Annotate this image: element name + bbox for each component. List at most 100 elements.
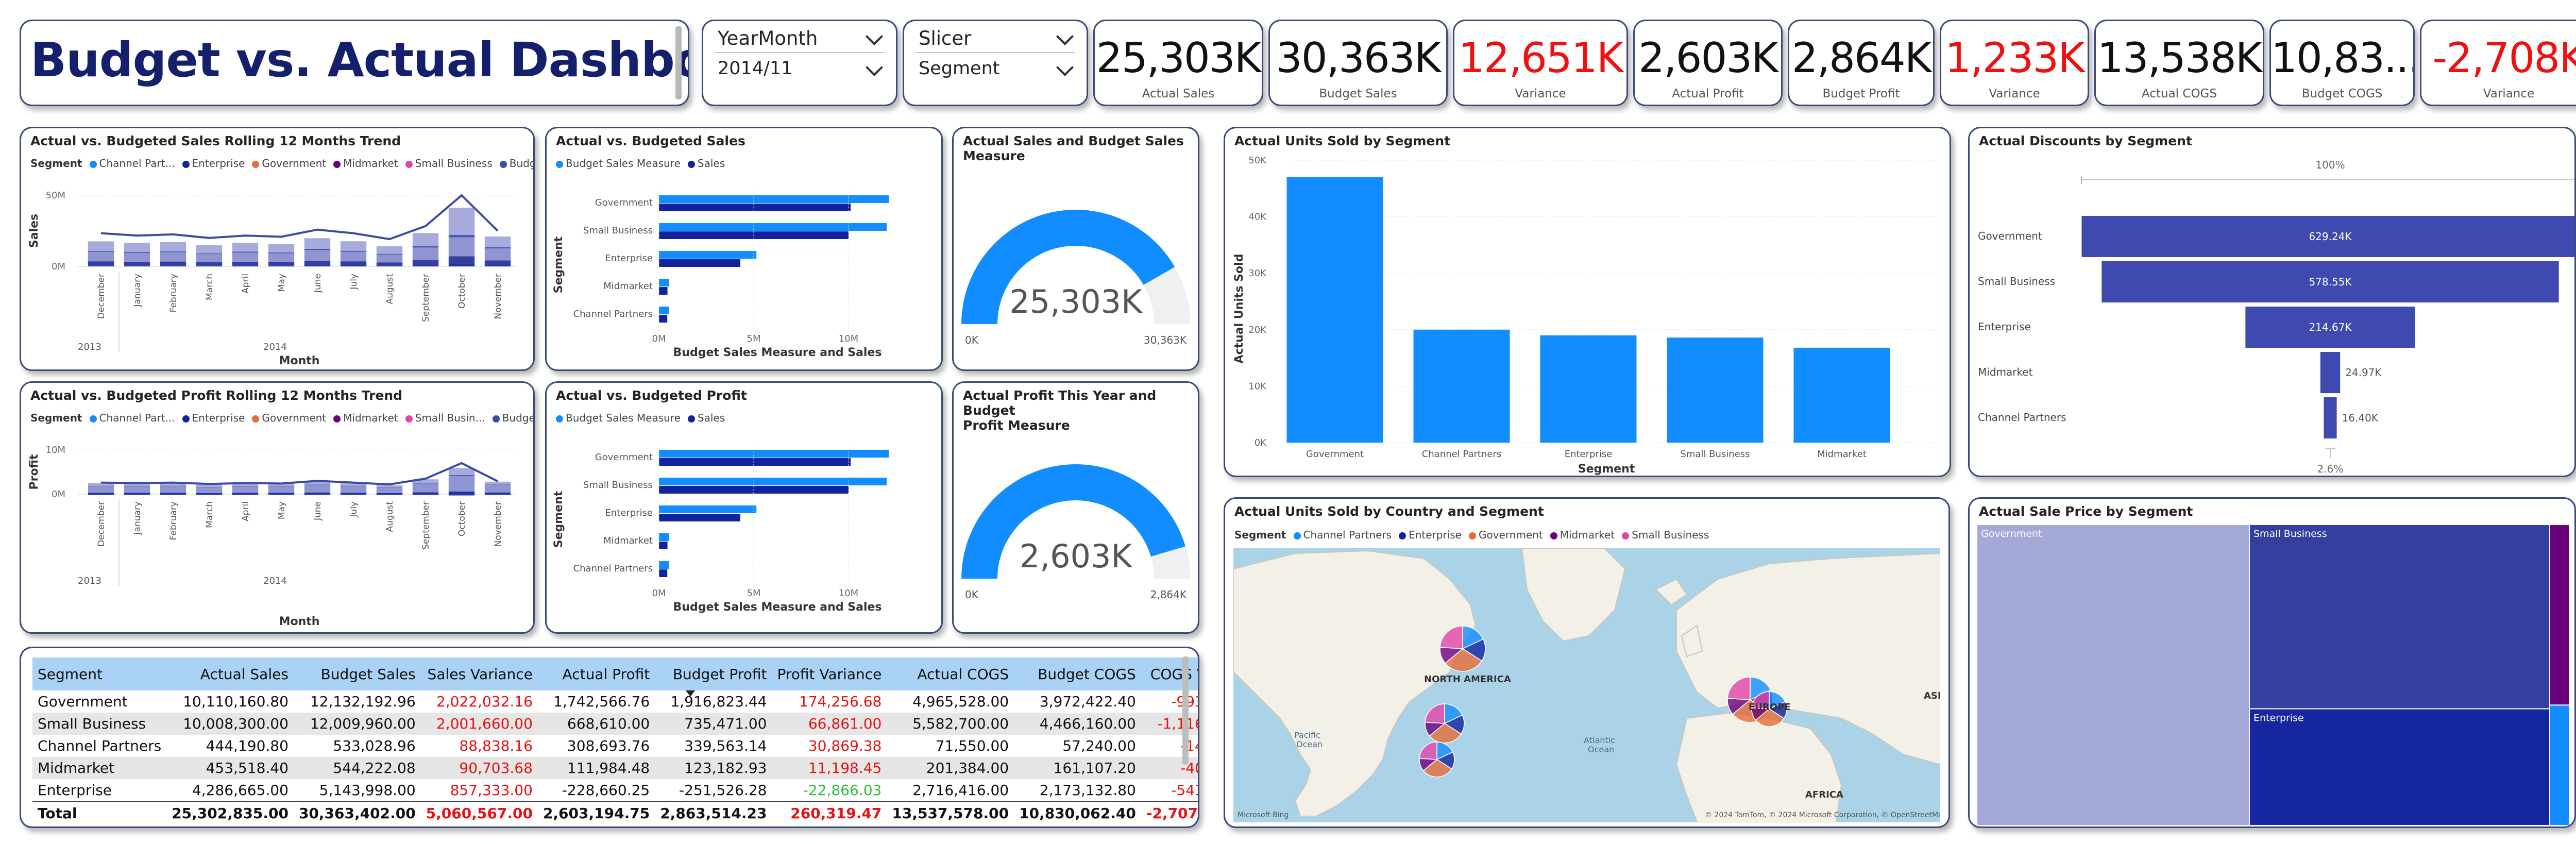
profit-trend-chart[interactable]: 10M 0M December January February March April Ma… bbox=[21, 429, 533, 632]
table-cell: 857,333.00 bbox=[450, 782, 533, 799]
column-header[interactable]: Actual Profit bbox=[537, 657, 655, 690]
sales-trend-card[interactable]: Actual vs. Budgeted Sales Rolling 12 Mon… bbox=[20, 127, 535, 371]
title-scrollbar[interactable] bbox=[675, 26, 682, 99]
legend-item[interactable]: Channel Part... bbox=[99, 412, 175, 424]
bar-segment bbox=[304, 484, 331, 485]
column-header[interactable]: Actual Sales bbox=[166, 657, 294, 690]
legend-item[interactable]: Small Business bbox=[1632, 529, 1709, 541]
column-header[interactable]: Profit Variance bbox=[772, 657, 887, 690]
yearmonth-slicer-value[interactable]: 2014/11 bbox=[718, 58, 792, 79]
segment-table-card[interactable]: Segment Actual Sales Budget Sales Sales Var… bbox=[20, 647, 1199, 828]
chevron-down-icon[interactable] bbox=[866, 59, 883, 76]
kpi-label: Variance bbox=[2483, 87, 2535, 100]
bar-segment bbox=[412, 483, 439, 493]
map-card[interactable]: Actual Units Sold by Country and Segment… bbox=[1224, 497, 1950, 828]
table-cell: 3,972,422.40 bbox=[1039, 693, 1136, 710]
legend-item[interactable]: Sales bbox=[698, 157, 725, 170]
legend-item[interactable]: Budget Sales Measure bbox=[566, 157, 681, 170]
x-tick-label: 0M bbox=[652, 588, 666, 599]
chevron-down-icon[interactable] bbox=[866, 28, 883, 45]
column-header[interactable]: Budget Sales bbox=[293, 657, 421, 690]
units-sold-chart[interactable]: 50K 40K 30K 20K 10K 0K Government Channel Partn… bbox=[1225, 154, 1950, 476]
profit-gauge[interactable]: 2,603K 0K 2,864K bbox=[954, 429, 1198, 632]
column-header[interactable]: Sales Variance bbox=[420, 657, 538, 690]
table-scrollbar[interactable] bbox=[1182, 656, 1189, 765]
bar-segment bbox=[232, 486, 259, 487]
sales-bars-card[interactable]: Actual vs. Budgeted Sales Budget Sales M… bbox=[545, 127, 943, 371]
column-header[interactable]: Actual COGS bbox=[887, 657, 1014, 690]
year-label: 2013 bbox=[78, 342, 101, 352]
treemap-label: Government bbox=[1981, 528, 2042, 539]
legend-item[interactable]: Midmarket bbox=[1560, 529, 1615, 541]
y-tick-label: 40K bbox=[1248, 212, 1267, 223]
table-row[interactable]: Channel Partners 444,190.80 533,028.96 88,8… bbox=[32, 735, 1198, 757]
table-row[interactable]: Midmarket 453,518.40 544,222.08 90,703.68 11… bbox=[32, 757, 1198, 779]
bar-segment bbox=[124, 265, 150, 266]
chart-title: Actual Units Sold by Country and Segment bbox=[1234, 504, 1544, 519]
legend-item[interactable]: Budget Sales Measure bbox=[566, 412, 681, 424]
y-tick-label: Midmarket bbox=[603, 281, 653, 292]
segment-slicer-value[interactable]: Segment bbox=[919, 58, 1000, 79]
profit-bars-card[interactable]: Actual vs. Budgeted Profit Budget Sales … bbox=[545, 381, 943, 634]
treemap-card[interactable]: Actual Sale Price by Segment Government S… bbox=[1968, 497, 2576, 828]
legend-item[interactable]: Enterprise bbox=[1409, 529, 1462, 541]
profit-trend-card[interactable]: Actual vs. Budgeted Profit Rolling 12 Mo… bbox=[20, 381, 535, 634]
sale-price-treemap[interactable]: Government Small Business Enterprise bbox=[1977, 525, 2570, 826]
gauge-max-label: 2,864K bbox=[1150, 588, 1187, 601]
chevron-down-icon[interactable] bbox=[1056, 59, 1074, 76]
column-bar bbox=[1413, 329, 1510, 443]
column-header[interactable]: Segment bbox=[32, 657, 167, 690]
legend-item[interactable]: Midmarket bbox=[343, 412, 398, 424]
world-map[interactable]: NORTH AMERICA EUROPE AFRICA ASIA Pacific… bbox=[1233, 548, 1940, 822]
legend-item[interactable]: Channel Partners bbox=[1303, 529, 1392, 541]
funnel-value-label: 16.40K bbox=[2342, 412, 2379, 424]
discounts-card[interactable]: Actual Discounts by Segment 100% Governme… bbox=[1968, 127, 2576, 477]
legend-item[interactable]: Budget Profi... bbox=[502, 412, 533, 424]
y-tick-label: 10M bbox=[46, 445, 65, 455]
x-tick-label: November bbox=[493, 274, 503, 319]
sales-trend-chart[interactable]: 50M 0M December January February March April Ma… bbox=[21, 175, 533, 369]
bar-segment bbox=[484, 485, 511, 493]
profit-gauge-card[interactable]: Actual Profit This Year and Budget Profit… bbox=[952, 381, 1199, 634]
profit-bars-chart[interactable]: Government Small Business Enterprise Midmar… bbox=[547, 429, 941, 632]
table-row[interactable]: Small Business 10,008,300.00 12,009,960.00… bbox=[32, 713, 1198, 735]
sort-arrow-icon[interactable] bbox=[686, 690, 695, 697]
kpi-card-profit-variance: 1,233K Variance bbox=[1940, 20, 2089, 106]
discounts-funnel-chart[interactable]: 100% Government 629.24K Small Business 578.5… bbox=[1970, 154, 2574, 476]
table-cell: 1,742,566.76 bbox=[553, 693, 650, 710]
column-header[interactable]: COGS Variance bbox=[1141, 657, 1198, 690]
bar-segment bbox=[340, 251, 367, 262]
legend-item[interactable]: Enterprise bbox=[192, 157, 245, 170]
legend-item[interactable]: Budget Sal... bbox=[510, 157, 533, 170]
legend-item[interactable]: Channel Part... bbox=[99, 157, 175, 170]
bar-segment bbox=[448, 237, 475, 257]
sales-gauge-card[interactable]: Actual Sales and Budget Sales Measure 25,… bbox=[952, 127, 1199, 371]
bar-actual bbox=[659, 315, 668, 323]
legend-item[interactable]: Government bbox=[1479, 529, 1543, 541]
legend-item[interactable]: Small Business bbox=[415, 157, 493, 170]
table-total-row[interactable]: Total 25,302,835.00 30,363,402.00 5,060,567… bbox=[32, 801, 1198, 824]
segment-slicer[interactable]: Slicer Segment bbox=[903, 20, 1088, 106]
table-row[interactable]: Government 10,110,160.80 12,132,192.96 2,02… bbox=[32, 690, 1198, 713]
map-attribution[interactable]: © 2024 TomTom, © 2024 Microsoft Corporat… bbox=[1705, 811, 1940, 819]
column-header[interactable]: Budget Profit bbox=[655, 657, 772, 690]
sales-bars-chart[interactable]: Government Small Business Enterprise Midmar… bbox=[547, 175, 941, 369]
chevron-down-icon[interactable] bbox=[1056, 28, 1074, 45]
bar-segment bbox=[448, 208, 475, 235]
bar-segment bbox=[124, 486, 150, 493]
table-row[interactable]: Enterprise 4,286,665.00 5,143,998.00 857,33… bbox=[32, 779, 1198, 802]
yearmonth-slicer[interactable]: YearMonth 2014/11 bbox=[702, 20, 897, 106]
legend-item[interactable]: Sales bbox=[698, 412, 725, 424]
table-cell: -14,310.00 bbox=[1180, 737, 1198, 754]
y-tick-label: 50K bbox=[1248, 155, 1267, 166]
legend-item[interactable]: Midmarket bbox=[343, 157, 398, 170]
legend-item[interactable]: Government bbox=[262, 157, 326, 170]
units-sold-card[interactable]: Actual Units Sold by Segment 50K 40K 30K 20… bbox=[1224, 127, 1951, 477]
legend-item[interactable]: Enterprise bbox=[192, 412, 245, 424]
table-cell: 5,582,700.00 bbox=[887, 713, 1014, 735]
sales-gauge[interactable]: 25,303K 0K 30,363K bbox=[954, 175, 1198, 369]
column-header[interactable]: Budget COGS bbox=[1014, 657, 1141, 690]
legend-item[interactable]: Small Busin... bbox=[415, 412, 485, 424]
legend-item[interactable]: Government bbox=[262, 412, 326, 424]
bar-segment bbox=[232, 252, 259, 262]
